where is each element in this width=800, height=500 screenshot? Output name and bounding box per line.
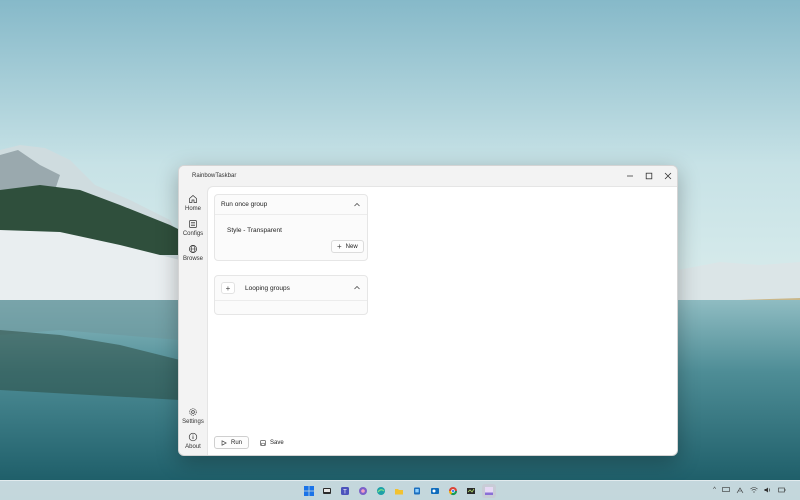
window-title: RainbowTaskbar	[192, 173, 237, 179]
title-bar[interactable]: RainbowTaskbar	[179, 166, 677, 186]
sidebar-item-label: Home	[184, 206, 201, 212]
window-controls	[620, 166, 677, 186]
chrome-icon[interactable]	[446, 484, 460, 498]
sidebar-item-label: Configs	[182, 231, 204, 237]
save-button-label: Save	[270, 439, 284, 446]
list-item[interactable]: Style - Transparent	[227, 227, 282, 234]
task-view-icon[interactable]: T	[338, 484, 352, 498]
keyboard-layout-icon[interactable]	[736, 486, 744, 494]
run-once-group-header[interactable]: Run once group	[215, 195, 367, 215]
run-button-label: Run	[231, 439, 243, 446]
new-button[interactable]: + New	[331, 240, 364, 253]
chevron-up-icon[interactable]	[353, 201, 361, 209]
battery-icon[interactable]	[778, 487, 786, 493]
chevron-up-icon[interactable]: ^	[713, 487, 716, 493]
outlook-icon[interactable]	[428, 484, 442, 498]
minimize-button[interactable]	[620, 166, 639, 186]
plus-icon: +	[225, 283, 231, 293]
edge-icon[interactable]	[374, 484, 388, 498]
start-icon[interactable]	[302, 484, 316, 498]
volume-icon[interactable]	[764, 487, 772, 493]
info-icon	[188, 432, 198, 442]
sidebar-item-label: Browse	[182, 256, 203, 262]
save-icon	[260, 439, 266, 446]
app-window: RainbowTaskbar Home Configs Browse Setti…	[178, 165, 678, 456]
rainbowtaskbar-icon[interactable]	[482, 484, 496, 498]
looping-groups-card: + Looping groups	[214, 275, 368, 315]
sidebar-item-browse[interactable]: Browse	[179, 244, 207, 262]
looping-groups-title: Looping groups	[245, 284, 290, 292]
maximize-button[interactable]	[639, 166, 658, 186]
system-tray: ^ ​ ​	[713, 484, 792, 496]
home-icon	[189, 195, 197, 203]
looping-groups-header[interactable]: + Looping groups	[215, 276, 367, 301]
teams-icon[interactable]	[356, 484, 370, 498]
list-icon	[189, 220, 197, 228]
taskbar-icons: T	[302, 484, 496, 498]
save-button[interactable]: Save	[253, 436, 291, 449]
chevron-up-icon[interactable]	[353, 284, 361, 292]
file-explorer-icon[interactable]	[392, 484, 406, 498]
looping-groups-header-left: + Looping groups	[221, 282, 290, 294]
add-looping-group-button[interactable]: +	[221, 282, 235, 294]
run-once-group-title: Run once group	[221, 201, 268, 208]
wifi-icon[interactable]	[750, 487, 758, 493]
footer-toolbar: Run Save	[214, 436, 291, 449]
plus-icon: +	[337, 241, 342, 251]
store-icon[interactable]	[410, 484, 424, 498]
gear-icon	[189, 408, 197, 416]
run-button[interactable]: Run	[214, 436, 250, 449]
close-button[interactable]	[658, 166, 677, 186]
sidebar-item-label: Settings	[182, 419, 204, 425]
main-content: Run once group Style - Transparent + New…	[207, 186, 677, 455]
sidebar-item-label: About	[185, 444, 201, 450]
sidebar-item-configs[interactable]: Configs	[179, 219, 207, 237]
close-icon	[664, 172, 671, 180]
minimize-icon	[626, 175, 633, 177]
sidebar-item-settings[interactable]: Settings	[179, 407, 207, 425]
sidebar: Home Configs Browse Settings About	[179, 186, 207, 455]
app-icon[interactable]	[464, 484, 478, 498]
display-icon[interactable]	[722, 487, 730, 493]
run-once-group-card: Run once group Style - Transparent + New	[214, 194, 368, 261]
new-button-label: New	[345, 243, 358, 250]
run-once-group-body: Style - Transparent + New	[215, 215, 367, 261]
maximize-icon	[645, 172, 652, 180]
globe-icon	[189, 245, 197, 253]
taskbar: T ^ ​	[0, 480, 800, 500]
sidebar-item-home[interactable]: Home	[179, 194, 207, 212]
play-icon	[221, 439, 227, 446]
search-icon[interactable]	[320, 484, 334, 498]
svg-text:T: T	[343, 489, 347, 495]
sidebar-item-about[interactable]: About	[179, 432, 207, 450]
